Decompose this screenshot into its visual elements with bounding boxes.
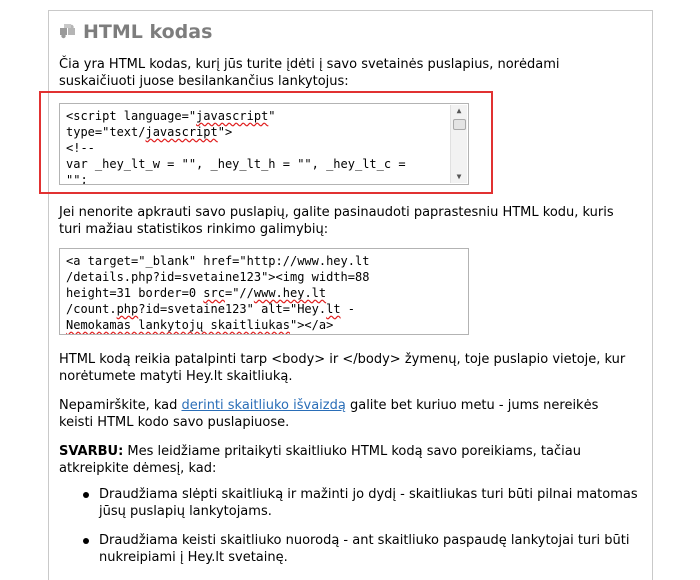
scroll-down-icon[interactable]: ▼ <box>451 171 467 183</box>
section-header: HTML kodas <box>59 21 212 43</box>
intro-text: Čia yra HTML kodas, kurį jūs turite įdėt… <box>59 57 560 89</box>
puzzle-icon <box>60 24 75 39</box>
code-textarea-simple[interactable]: <a target="_blank" href="http://www.hey.… <box>59 248 469 335</box>
code-textarea-full[interactable]: <script language="javascript" type="text… <box>59 103 469 185</box>
placement-text: HTML kodą reikia patalpinti tarp <body> … <box>59 352 626 384</box>
page-title: HTML kodas <box>83 21 213 43</box>
important-text: SVARBU: Mes leidžiame pritaikyti skaitli… <box>59 444 581 476</box>
scroll-thumb[interactable] <box>453 119 466 130</box>
list-item: Draudžiama keisti skaitliuko nuorodą - a… <box>83 532 639 566</box>
content-panel: HTML kodas Čia yra HTML kodas, kurį jūs … <box>39 10 653 580</box>
scroll-up-icon[interactable]: ▲ <box>451 105 467 117</box>
simple-code-intro: Jei nenorite apkrauti savo puslapių, gal… <box>59 205 614 237</box>
important-label: SVARBU: <box>59 444 124 459</box>
reminder-text: Nepamirškite, kad derinti skaitliuko išv… <box>59 398 599 430</box>
list-item: Draudžiama slėpti skaitliuką ir mažinti … <box>83 487 638 519</box>
rules-list: Draudžiama slėpti skaitliuką ir mažinti … <box>59 486 639 578</box>
textarea-scrollbar[interactable]: ▲ ▼ <box>450 105 467 183</box>
customize-counter-link[interactable]: derinti skaitliuko išvaizdą <box>181 398 345 413</box>
